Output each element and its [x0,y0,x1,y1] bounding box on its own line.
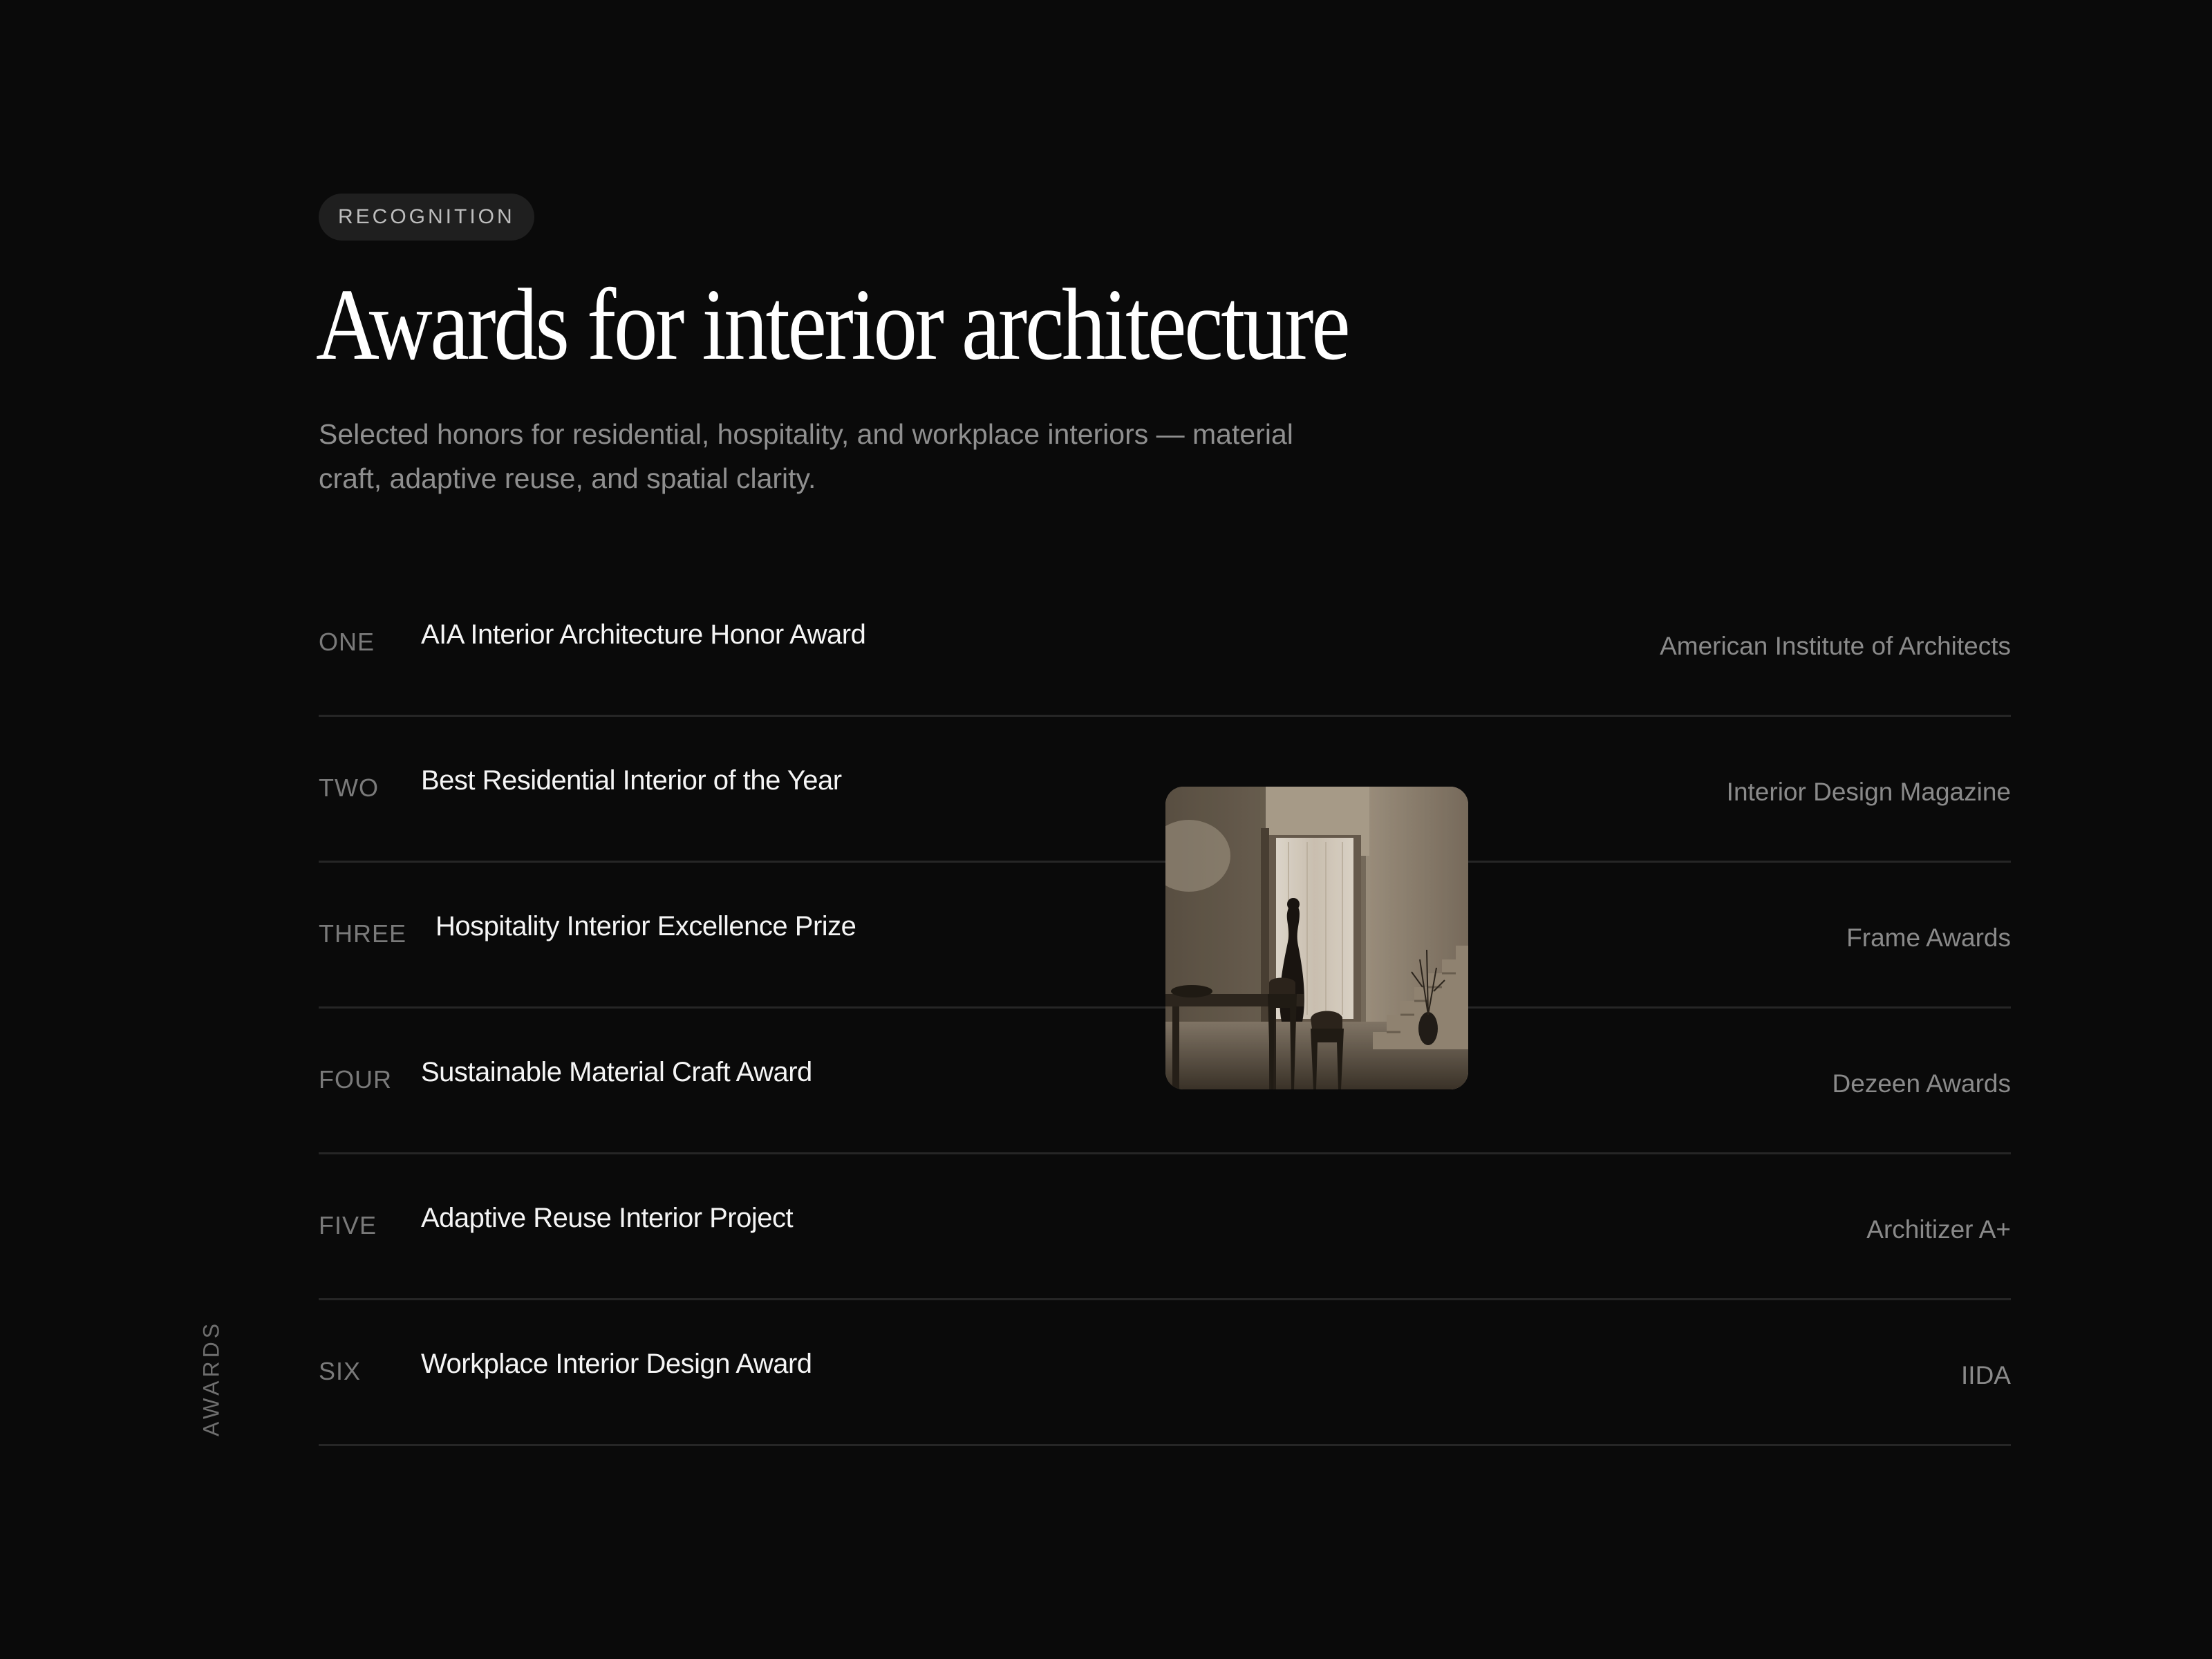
award-row[interactable]: THREE Hospitality Interior Excellence Pr… [319,863,2011,1009]
award-number: THREE [319,919,407,948]
interior-scene-illustration [1165,787,1468,1089]
award-organization: Interior Design Magazine [1726,778,2011,806]
award-name: Workplace Interior Design Award [421,1349,812,1379]
vertical-section-label: AWARDS [198,1320,224,1437]
award-organization: Dezeen Awards [1832,1069,2011,1098]
award-name: AIA Interior Architecture Honor Award [421,619,866,650]
page-title: Awards for interior architecture [316,268,1351,382]
section-subtitle: Selected honors for residential, hospita… [319,418,1293,494]
award-name: Best Residential Interior of the Year [421,765,842,796]
award-preview-image [1165,787,1468,1089]
award-number: ONE [319,628,375,656]
awards-list: ONE AIA Interior Architecture Honor Awar… [319,571,2011,1446]
award-organization: Architizer A+ [1866,1215,2011,1244]
award-number: FIVE [319,1211,377,1239]
award-organization: IIDA [1961,1361,2011,1389]
award-row[interactable]: TWO Best Residential Interior of the Yea… [319,717,2011,863]
award-name: Hospitality Interior Excellence Prize [435,911,856,941]
award-number: TWO [319,774,379,802]
award-number: SIX [319,1357,362,1385]
award-organization: Frame Awards [1846,924,2011,952]
award-name: Adaptive Reuse Interior Project [421,1203,794,1233]
award-row[interactable]: FOUR Sustainable Material Craft Award De… [319,1009,2011,1154]
award-row[interactable]: ONE AIA Interior Architecture Honor Awar… [319,571,2011,717]
award-organization: American Institute of Architects [1660,632,2011,660]
award-number: FOUR [319,1065,392,1094]
award-row[interactable]: SIX Workplace Interior Design Award IIDA [319,1300,2011,1446]
award-row[interactable]: FIVE Adaptive Reuse Interior Project Arc… [319,1154,2011,1300]
section-badge: RECOGNITION [319,194,534,241]
award-name: Sustainable Material Craft Award [421,1057,812,1087]
